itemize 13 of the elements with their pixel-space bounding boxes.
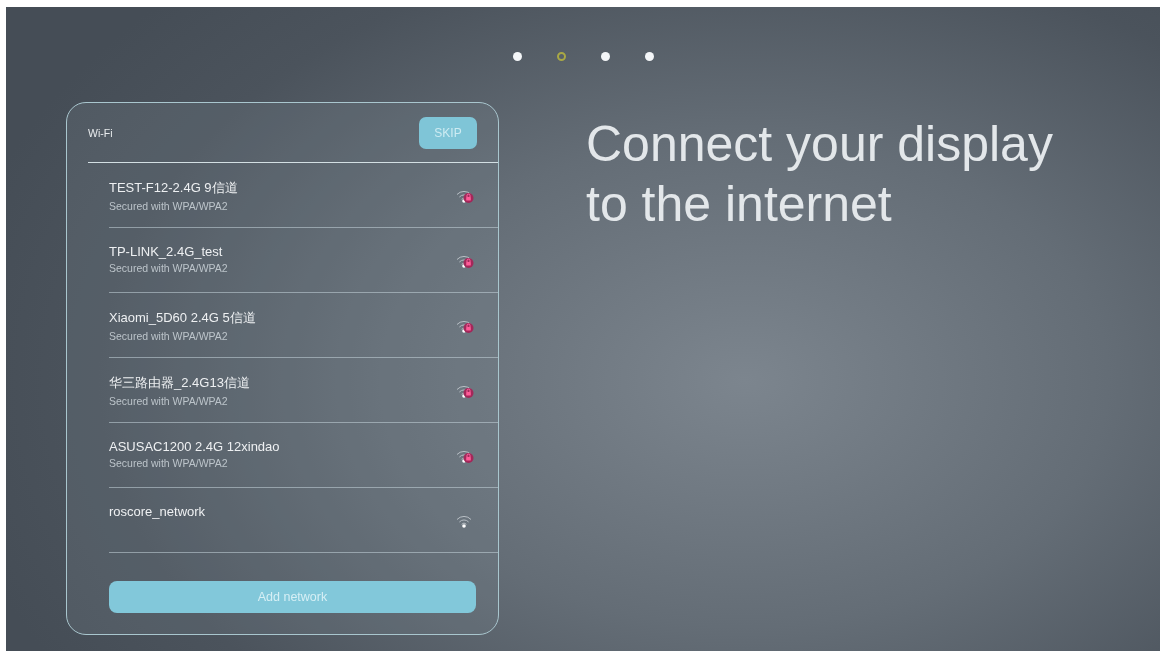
network-name[interactable]: 华三路由器_2.4G13信道 <box>109 374 250 392</box>
network-name[interactable]: TEST-F12-2.4G 9信道 <box>109 179 238 197</box>
setup-heading: Connect your display to the internet <box>586 115 1054 234</box>
network-security-label: Secured with WPA/WPA2 <box>109 200 229 212</box>
network-name[interactable]: Xiaomi_5D60 2.4G 5信道 <box>109 309 256 327</box>
panel-title: Wi-Fi <box>88 126 113 139</box>
network-name[interactable]: TP-LINK_2.4G_test <box>109 244 228 259</box>
network-security-label: Secured with WPA/WPA2 <box>109 330 229 342</box>
network-security-label: Secured with WPA/WPA2 <box>109 395 229 407</box>
network-security-label: Secured with WPA/WPA2 <box>109 457 229 469</box>
network-name[interactable]: ASUSAC1200 2.4G 12xindao <box>109 439 280 454</box>
network-name[interactable]: roscore_network <box>109 504 206 519</box>
network-security-label: Secured with WPA/WPA2 <box>109 262 228 274</box>
